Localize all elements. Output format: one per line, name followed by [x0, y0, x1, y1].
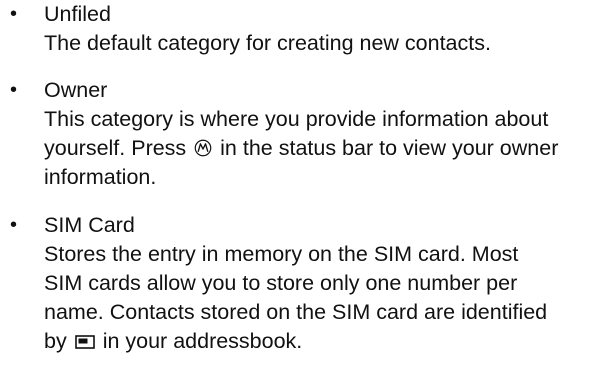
text-fragment: in the status bar to view your owner: [220, 136, 559, 160]
document-page: • Unfiled The default category for creat…: [0, 0, 602, 377]
item-description-line: This category is where you provide infor…: [44, 107, 549, 131]
item-description-line: name. Contacts stored on the SIM card ar…: [44, 300, 548, 324]
list-item-unfiled: • Unfiled The default category for creat…: [10, 0, 598, 58]
motorola-logo-icon: [194, 139, 212, 157]
list-item-owner: • Owner This category is where you provi…: [10, 76, 598, 192]
bullet: •: [10, 79, 18, 101]
item-heading: Owner: [44, 78, 108, 102]
bullet: •: [10, 3, 18, 25]
item-description-line: information.: [44, 165, 157, 189]
item-description-line: SIM cards allow you to store only one nu…: [44, 271, 518, 295]
item-heading: SIM Card: [44, 213, 135, 237]
item-description-line: Stores the entry in memory on the SIM ca…: [44, 242, 519, 266]
item-description-line: by in your addressbook.: [44, 327, 598, 356]
item-heading: Unfiled: [44, 2, 111, 26]
bullet: •: [10, 214, 18, 236]
sim-card-icon: [74, 335, 95, 349]
text-fragment: in your addressbook.: [102, 329, 303, 353]
text-fragment: yourself. Press: [44, 136, 187, 160]
item-description-line: yourself. Press in the status bar to vie…: [44, 134, 598, 163]
list-item-sim-card: • SIM Card Stores the entry in memory on…: [10, 211, 598, 356]
item-description: The default category for creating new co…: [44, 31, 491, 55]
text-fragment: by: [44, 329, 67, 353]
